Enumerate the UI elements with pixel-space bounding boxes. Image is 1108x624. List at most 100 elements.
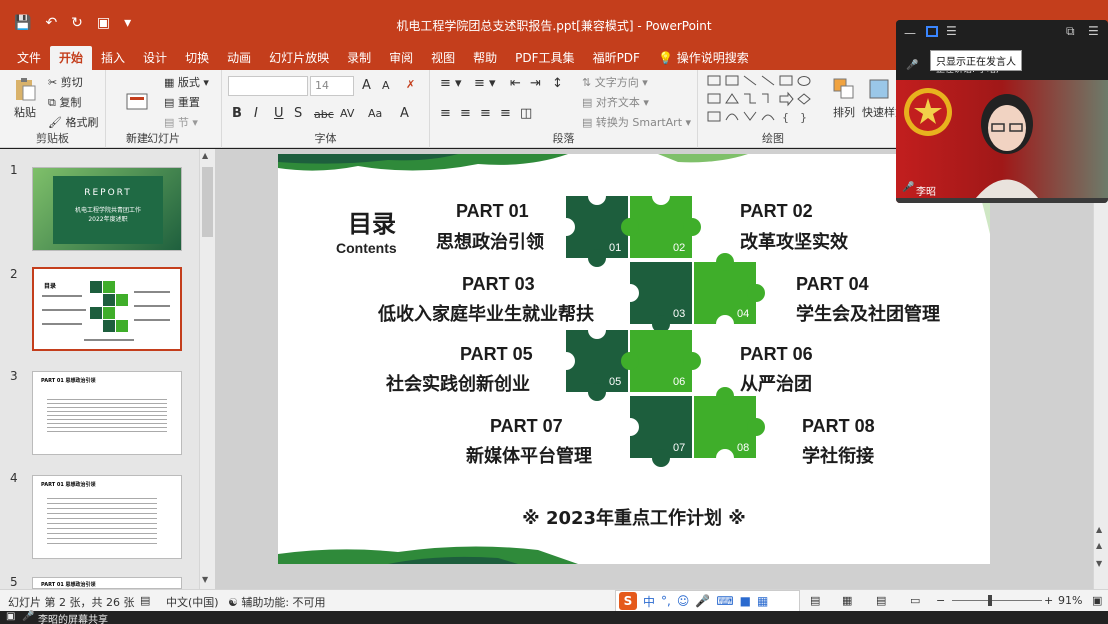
svg-text:{: { bbox=[782, 111, 789, 124]
emblem-icon bbox=[904, 88, 952, 136]
tab-animations[interactable]: 动画 bbox=[218, 46, 260, 70]
tab-file[interactable]: 文件 bbox=[8, 46, 50, 70]
bullets-icon[interactable]: ≡ ▾ bbox=[440, 76, 462, 91]
speaker-view-icon[interactable] bbox=[926, 26, 938, 37]
normal-view-icon[interactable]: ▤ bbox=[810, 594, 820, 607]
reset-button[interactable]: ▤ 重置 bbox=[164, 94, 200, 110]
zoom-out-icon[interactable]: − bbox=[936, 594, 945, 607]
justify-icon[interactable]: ≡ bbox=[500, 106, 511, 121]
align-left-icon[interactable]: ≡ bbox=[440, 106, 451, 121]
tab-home[interactable]: 开始 bbox=[50, 46, 93, 70]
thumbnail-slide-3[interactable]: PART 01 思想政治引领 bbox=[32, 371, 182, 455]
thumb-puzzle bbox=[90, 281, 128, 332]
tab-design[interactable]: 设计 bbox=[134, 46, 176, 70]
scroll-thumb[interactable] bbox=[202, 167, 213, 237]
next-slide-icon[interactable]: ▼ bbox=[1096, 559, 1102, 568]
copy-button[interactable]: ⧉ 复制 bbox=[48, 94, 81, 110]
tab-transitions[interactable]: 切换 bbox=[176, 46, 218, 70]
accessibility-status[interactable]: ☯ 辅助功能: 不可用 bbox=[228, 594, 326, 610]
tab-view[interactable]: 视图 bbox=[422, 46, 464, 70]
mic-icon[interactable]: 🎤 bbox=[695, 594, 710, 608]
keyboard-icon[interactable]: ⌨ bbox=[716, 594, 733, 608]
group-slides: 新建 幻灯片 ▦ 版式 ▾ ▤ 重置 ▤ 节 ▾ 幻灯片 bbox=[106, 70, 222, 161]
skin-icon[interactable]: ■ bbox=[740, 594, 751, 608]
cut-button[interactable]: ✂ 剪切 bbox=[48, 74, 83, 90]
ime-mode-label[interactable]: 中 bbox=[643, 593, 655, 610]
slide-canvas[interactable]: 目录 Contents 01 02 03 04 05 06 07 08 PART… bbox=[278, 154, 990, 564]
group-drawing: { } 排列 快速样式 绘图 bbox=[698, 70, 898, 148]
zoom-slider[interactable] bbox=[952, 600, 1042, 601]
reading-view-icon[interactable]: ▤ bbox=[876, 594, 886, 607]
slide-scrollbar[interactable]: ▲ ▲ ▼ bbox=[1093, 149, 1108, 589]
change-case-button[interactable]: Aa bbox=[368, 107, 382, 120]
prev-slide-icon[interactable]: ▲ bbox=[1096, 541, 1102, 550]
format-painter-button[interactable]: 🖌 格式刷 bbox=[48, 114, 98, 130]
layout-button[interactable]: ▦ 版式 ▾ bbox=[164, 74, 209, 90]
presenter-view-icon[interactable]: ▭ bbox=[910, 594, 920, 607]
video-call-overlay[interactable]: — ☰ ⧉ ☰ 🎤 正在讲话: 李昭; 🎤 李昭 bbox=[896, 20, 1108, 203]
shadow-text-button[interactable]: S bbox=[294, 106, 302, 121]
tab-insert[interactable]: 插入 bbox=[92, 46, 134, 70]
scroll-up-icon[interactable]: ▲ bbox=[1096, 525, 1102, 534]
tab-foxit-pdf[interactable]: 福昕PDF bbox=[584, 46, 649, 70]
bold-button[interactable]: B bbox=[232, 106, 242, 121]
accessibility-icon: ☯ bbox=[228, 596, 242, 609]
line-spacing-icon[interactable]: ↕ bbox=[552, 76, 563, 91]
font-size-select[interactable]: 14 bbox=[310, 76, 354, 96]
thumbnail-slide-1[interactable]: REPORT 机电工程学院共青团工作 2022年度述职 bbox=[32, 167, 182, 251]
tab-slideshow[interactable]: 幻灯片放映 bbox=[260, 46, 338, 70]
scroll-up-icon[interactable]: ▲ bbox=[202, 151, 208, 160]
tab-pdf-tools[interactable]: PDF工具集 bbox=[506, 46, 583, 70]
indent-increase-icon[interactable]: ⇥ bbox=[530, 76, 541, 91]
tab-review[interactable]: 审阅 bbox=[380, 46, 422, 70]
zoom-in-icon[interactable]: + bbox=[1044, 594, 1053, 607]
ime-toolbar[interactable]: S 中 °, ☺ 🎤 ⌨ ■ ▦ bbox=[615, 590, 800, 612]
indent-decrease-icon[interactable]: ⇤ bbox=[510, 76, 521, 91]
scroll-down-icon[interactable]: ▼ bbox=[202, 575, 208, 584]
notes-icon[interactable]: ▤ bbox=[140, 594, 150, 607]
popout-icon[interactable]: ⧉ bbox=[1066, 24, 1075, 39]
arrange-button[interactable]: 排列 bbox=[830, 76, 858, 120]
list-icon[interactable]: ☰ bbox=[946, 24, 957, 38]
char-spacing-button[interactable]: AV bbox=[340, 107, 354, 120]
tell-me-search[interactable]: 💡 操作说明搜索 bbox=[649, 46, 758, 70]
shapes-gallery[interactable]: { } bbox=[706, 74, 824, 126]
italic-button[interactable]: I bbox=[254, 106, 258, 121]
strikethrough-button[interactable]: abc bbox=[314, 108, 334, 121]
grid-icon[interactable]: ☰ bbox=[1088, 24, 1099, 38]
sogou-ime-icon[interactable]: S bbox=[619, 592, 637, 610]
thumbnail-slide-2[interactable]: 目录 bbox=[32, 267, 182, 351]
paste-button[interactable]: 粘贴 bbox=[10, 76, 40, 120]
columns-icon[interactable]: ◫ bbox=[520, 106, 532, 121]
tab-record[interactable]: 录制 bbox=[338, 46, 380, 70]
align-right-icon[interactable]: ≡ bbox=[480, 106, 491, 121]
emoji-icon[interactable]: ☺ bbox=[677, 594, 690, 608]
minimize-icon[interactable]: — bbox=[904, 26, 916, 40]
numbering-icon[interactable]: ≡ ▾ bbox=[474, 76, 496, 91]
language-status[interactable]: 中文(中国) bbox=[166, 594, 219, 610]
underline-button[interactable]: U bbox=[274, 106, 284, 121]
smartart-button[interactable]: ▤ 转换为 SmartArt ▾ bbox=[582, 114, 691, 130]
text-direction-button[interactable]: ⇅ 文字方向 ▾ bbox=[582, 74, 648, 90]
clear-format-icon[interactable]: ✗ bbox=[406, 78, 415, 91]
thumbnail-scrollbar[interactable]: ▲ ▼ bbox=[199, 149, 215, 589]
thumbnail-slide-4[interactable]: PART 01 思想政治引领 bbox=[32, 475, 182, 559]
apps-icon[interactable]: ▦ bbox=[757, 594, 768, 608]
zoom-level[interactable]: 91% bbox=[1058, 594, 1082, 607]
quick-styles-button[interactable]: 快速样式 bbox=[862, 76, 896, 120]
slide-sorter-icon[interactable]: ▦ bbox=[842, 594, 852, 607]
piece-number: 02 bbox=[673, 242, 686, 254]
fit-slide-icon[interactable]: ▣ bbox=[1092, 594, 1102, 607]
align-center-icon[interactable]: ≡ bbox=[460, 106, 471, 121]
zoom-slider-thumb[interactable] bbox=[988, 595, 992, 606]
align-text-button[interactable]: ▤ 对齐文本 ▾ bbox=[582, 94, 649, 110]
thumbnail-slide-5[interactable]: PART 01 思想政治引领 bbox=[32, 577, 182, 589]
section-button[interactable]: ▤ 节 ▾ bbox=[164, 114, 198, 130]
shrink-font-button[interactable]: A bbox=[382, 79, 390, 92]
grow-font-button[interactable]: A bbox=[362, 78, 371, 93]
font-name-select[interactable] bbox=[228, 76, 308, 96]
tab-help[interactable]: 帮助 bbox=[464, 46, 506, 70]
punctuation-icon[interactable]: °, bbox=[661, 594, 671, 608]
group-label-font: 字体 bbox=[314, 132, 337, 145]
font-color-button[interactable]: A bbox=[400, 106, 409, 121]
